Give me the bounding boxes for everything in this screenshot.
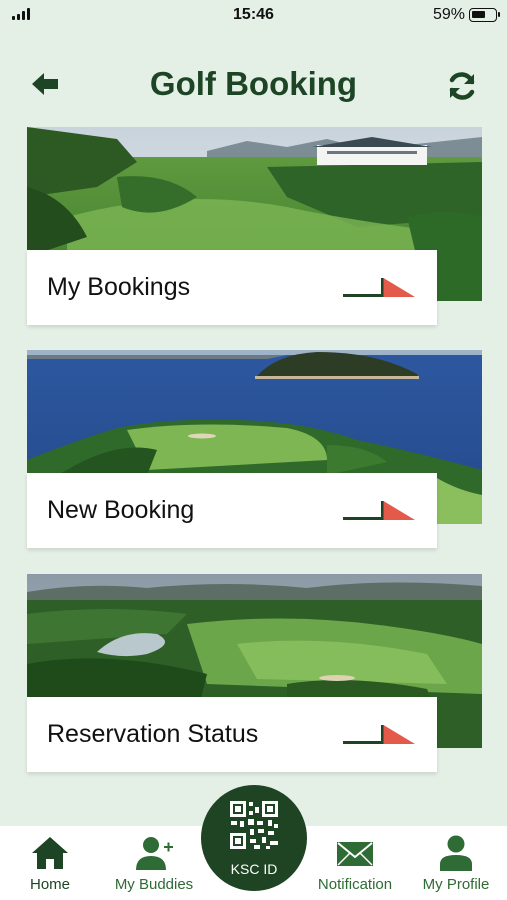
my-bookings-card[interactable]: My Bookings xyxy=(27,127,482,325)
new-booking-panel[interactable]: New Booking xyxy=(27,473,437,548)
status-time: 15:46 xyxy=(233,6,274,23)
user-icon xyxy=(440,835,472,871)
nav-home-label: Home xyxy=(29,876,70,893)
nav-home[interactable]: Home xyxy=(10,826,90,900)
my-bookings-panel[interactable]: My Bookings xyxy=(27,250,437,325)
battery-percentage: 59% xyxy=(432,6,465,23)
nav-my-profile-label: My Profile xyxy=(422,876,490,893)
nav-notification-label: Notification xyxy=(317,876,393,893)
qr-code-icon xyxy=(230,801,278,849)
status-bar: 15:46 59% xyxy=(0,0,507,30)
nav-notification[interactable]: Notification xyxy=(306,826,404,900)
home-icon xyxy=(32,837,68,869)
battery-icon xyxy=(469,8,500,22)
add-user-icon xyxy=(136,837,173,870)
ksc-id-button[interactable]: KSC ID xyxy=(201,785,307,891)
envelope-icon xyxy=(337,842,373,866)
ksc-id-label: KSC ID xyxy=(230,861,278,877)
new-booking-card[interactable]: New Booking xyxy=(27,350,482,548)
golf-flag-icon xyxy=(343,725,415,744)
reservation-status-panel[interactable]: Reservation Status xyxy=(27,697,437,772)
nav-my-profile[interactable]: My Profile xyxy=(412,826,500,900)
refresh-button[interactable] xyxy=(445,69,479,103)
page-title: Golf Booking xyxy=(149,65,358,102)
nav-my-buddies[interactable]: My Buddies xyxy=(104,826,204,900)
golf-flag-icon xyxy=(343,278,415,297)
reservation-status-card[interactable]: Reservation Status xyxy=(27,574,482,772)
header: Golf Booking xyxy=(0,55,507,115)
golf-flag-icon xyxy=(343,501,415,520)
nav-my-buddies-label: My Buddies xyxy=(114,876,194,893)
